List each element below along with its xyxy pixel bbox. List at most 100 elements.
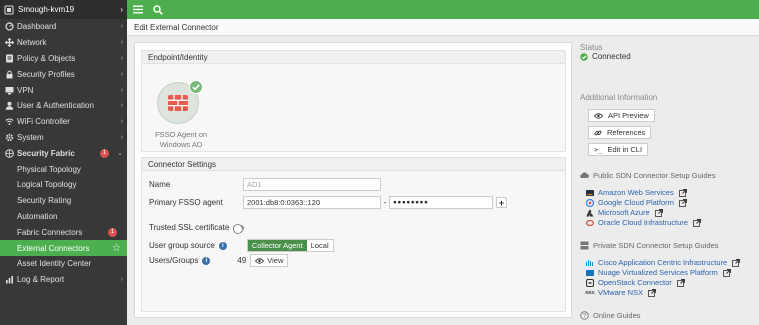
guide-link-nuage[interactable]: Nuage Virtualized Services Platform xyxy=(586,268,731,277)
sidebar-item-system[interactable]: System › xyxy=(0,130,127,146)
password-input[interactable]: ●●●●●●●● xyxy=(389,196,493,209)
api-preview-label: API Preview xyxy=(608,111,649,120)
menu-icon[interactable] xyxy=(132,4,144,16)
guide-link-cisco-aci[interactable]: Cisco Application Centric Infrastructure xyxy=(586,258,741,267)
sidebar-item-label: Physical Topology xyxy=(17,164,81,174)
azure-icon xyxy=(586,209,594,217)
ssl-toggle[interactable] xyxy=(233,223,245,234)
chevron-right-icon: › xyxy=(120,39,123,47)
fsso-agent-label: FSSO Agent on Windows AD xyxy=(146,130,216,150)
references-button[interactable]: References xyxy=(588,126,652,139)
sidebar-item-user-auth[interactable]: User & Authentication › xyxy=(0,98,127,114)
sidebar-item-label: Security Fabric xyxy=(17,148,75,158)
cloud-icon xyxy=(580,171,589,180)
sidebar-item-asset-identity-center[interactable]: Asset Identity Center xyxy=(0,256,127,272)
fsso-agent-tile[interactable] xyxy=(157,80,203,124)
agent-address-input[interactable]: 2001:db8:0:0363::120 xyxy=(243,196,381,209)
status-value: Connected xyxy=(580,52,631,61)
device-selector[interactable]: Smough-kvm19 › xyxy=(0,0,127,19)
info-icon[interactable]: i xyxy=(218,241,227,250)
edit-cli-button[interactable]: >_ Edit in CLI xyxy=(588,143,649,156)
section-title: Endpoint/Identity xyxy=(142,51,565,64)
info-icon[interactable]: i xyxy=(202,256,211,265)
external-link-icon xyxy=(693,218,701,227)
name-label: Name xyxy=(149,180,171,189)
sidebar-item-fabric-connectors[interactable]: Fabric Connectors 1 xyxy=(0,224,127,240)
sidebar-item-label: Dashboard xyxy=(17,22,57,32)
guide-link-vmware-nsx[interactable]: NSX VMware NSX xyxy=(585,288,656,297)
local-option[interactable]: Local xyxy=(306,240,333,251)
external-link-icon xyxy=(648,288,656,297)
lock-icon xyxy=(4,69,14,79)
fortigate-icon xyxy=(4,5,14,15)
star-icon[interactable]: ☆ xyxy=(112,243,121,254)
sidebar-item-dashboard[interactable]: Dashboard › xyxy=(0,19,127,35)
terminal-icon: >_ xyxy=(594,145,603,154)
public-guides-label: Public SDN Connector Setup Guides xyxy=(593,171,716,180)
search-icon[interactable] xyxy=(152,4,164,16)
collector-agent-option[interactable]: Collector Agent xyxy=(247,240,307,251)
api-preview-button[interactable]: API Preview xyxy=(588,109,655,122)
private-guides-title: Private SDN Connector Setup Guides xyxy=(580,241,718,250)
sidebar-item-security-rating[interactable]: Security Rating xyxy=(0,193,127,209)
sidebar-item-external-connectors[interactable]: External Connectors ☆ xyxy=(0,240,127,256)
add-agent-button[interactable]: + xyxy=(496,197,507,208)
sidebar-item-vpn[interactable]: VPN › xyxy=(0,82,127,98)
online-guides-link[interactable]: ? Online Guides xyxy=(580,311,641,320)
online-guides-label: Online Guides xyxy=(593,311,641,320)
guide-link-label: OpenStack Connector xyxy=(598,278,672,287)
guide-link-gcp[interactable]: Google Cloud Platform xyxy=(586,198,687,207)
sidebar-item-policy-objects[interactable]: Policy & Objects › xyxy=(0,51,127,67)
chevron-right-icon: › xyxy=(120,102,123,110)
name-input[interactable]: AD1 xyxy=(243,178,381,191)
view-button[interactable]: View xyxy=(250,254,289,267)
group-source-row: User group source i Collector Agent Loca… xyxy=(149,239,334,252)
sidebar-item-label: VPN xyxy=(17,85,34,95)
cisco-icon xyxy=(586,259,594,267)
sidebar-item-label: Log & Report xyxy=(17,275,65,285)
guide-link-azure[interactable]: Microsoft Azure xyxy=(586,208,663,217)
check-circle-icon xyxy=(189,80,203,94)
policy-icon xyxy=(4,53,14,63)
chevron-down-icon: ⌄ xyxy=(117,150,123,158)
user-icon xyxy=(4,101,14,111)
agent-row: Primary FSSO agent 2001:db8:0:0363::120 … xyxy=(149,196,507,209)
external-link-icon xyxy=(678,198,687,207)
external-link-icon xyxy=(732,258,741,267)
chevron-right-icon: › xyxy=(120,23,123,31)
notification-badge: 1 xyxy=(108,227,117,237)
sidebar-item-label: Logical Topology xyxy=(17,180,77,190)
sidebar-item-log-report[interactable]: Log & Report › xyxy=(0,272,127,288)
oracle-icon xyxy=(586,219,594,227)
name-row: Name AD1 xyxy=(149,178,381,191)
gcp-icon xyxy=(586,198,594,207)
sidebar-item-physical-topology[interactable]: Physical Topology xyxy=(0,161,127,177)
monitor-icon xyxy=(4,85,14,95)
sidebar-item-security-fabric[interactable]: Security Fabric 1 ⌄ xyxy=(0,145,127,161)
agent-label: Primary FSSO agent xyxy=(149,198,223,207)
chevron-right-icon: › xyxy=(120,54,123,62)
network-icon xyxy=(4,38,14,48)
users-groups-label: Users/Groups xyxy=(149,256,199,265)
guide-link-openstack[interactable]: OpenStack Connector xyxy=(586,278,685,287)
sidebar-item-network[interactable]: Network › xyxy=(0,35,127,51)
external-link-icon xyxy=(676,278,685,287)
public-guides-title: Public SDN Connector Setup Guides xyxy=(580,171,716,180)
gear-icon xyxy=(4,132,14,142)
chevron-right-icon: › xyxy=(120,86,123,94)
tile-label-line2: Windows AD xyxy=(159,140,203,149)
sidebar-item-security-profiles[interactable]: Security Profiles › xyxy=(0,66,127,82)
connector-settings-section: Connector Settings Name AD1 Primary FSSO… xyxy=(141,157,566,312)
section-title: Connector Settings xyxy=(142,158,565,171)
guide-link-oci[interactable]: Oracle Cloud Infrastructure xyxy=(586,218,701,227)
group-source-toggle: Collector Agent Local xyxy=(246,239,334,252)
ssl-label: Trusted SSL certificate xyxy=(149,223,230,232)
chevron-right-icon: › xyxy=(120,118,123,126)
sidebar-item-label: Policy & Objects xyxy=(17,53,76,63)
sidebar-item-wifi[interactable]: WiFi Controller › xyxy=(0,114,127,130)
sidebar-item-label: Security Rating xyxy=(17,196,72,206)
sidebar-item-logical-topology[interactable]: Logical Topology xyxy=(0,177,127,193)
chevron-right-icon: › xyxy=(120,133,123,141)
guide-link-aws[interactable]: Amazon Web Services xyxy=(586,188,687,197)
sidebar-item-automation[interactable]: Automation xyxy=(0,209,127,225)
